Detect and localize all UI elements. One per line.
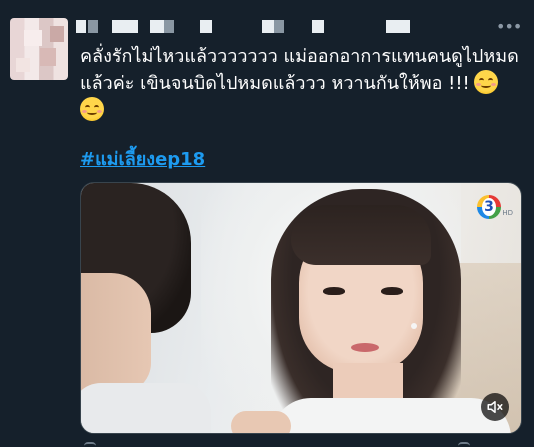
speaker-muted-icon [487, 401, 503, 413]
channel-logo-text: 3 [482, 198, 496, 216]
woman-figure [271, 398, 511, 433]
tweet-text-line [80, 97, 520, 124]
mosaic-block [150, 20, 164, 33]
mosaic-block [200, 20, 212, 33]
mosaic-block [112, 20, 138, 33]
tweet-text-line: แล้วค่ะ เขินจนบิดไปหมดแล้ววว หวานกันให้พ… [80, 70, 520, 97]
mosaic-block [262, 20, 274, 33]
reply-icon[interactable] [84, 442, 96, 446]
smiling-face-emoji-icon [80, 97, 104, 121]
woman-lips [351, 343, 379, 352]
hashtag-link[interactable]: #แม่เลี้ยงep18 [80, 148, 205, 172]
woman-earring [411, 323, 417, 329]
mosaic-block [274, 20, 284, 33]
mosaic-block [76, 20, 86, 33]
mosaic-block [88, 20, 98, 33]
tweet-text-line: คลั่งรักไม่ไหวแล้ววววววว แม่ออกอาการแทนค… [80, 46, 519, 67]
tweet-action-bar [80, 440, 522, 447]
avatar[interactable] [10, 18, 68, 80]
avatar-pixel [40, 48, 56, 66]
more-options-button[interactable]: ••• [496, 18, 522, 36]
woman-eye [323, 287, 345, 295]
tweet[interactable]: ••• คลั่งรักไม่ไหวแล้ววววววว แม่ออกอาการ… [0, 0, 534, 447]
avatar-pixel [50, 26, 64, 42]
blushing-smile-emoji-icon [473, 70, 498, 94]
man-figure [81, 383, 211, 433]
avatar-pixel [24, 30, 42, 46]
woman-figure [291, 205, 431, 265]
channel-3-logo-icon: 3 [477, 195, 501, 219]
mute-toggle-button[interactable] [481, 393, 509, 421]
man-figure [81, 273, 151, 393]
channel-hd-label: HD [502, 209, 513, 217]
woman-figure [231, 411, 291, 433]
avatar-pixel [16, 58, 30, 72]
author-name-censored[interactable] [76, 20, 426, 34]
mosaic-block [386, 20, 410, 33]
share-icon[interactable] [458, 442, 470, 446]
video-media[interactable]: 3 HD [80, 182, 522, 434]
mosaic-block [312, 20, 324, 33]
mosaic-block [164, 20, 174, 33]
tweet-text: คลั่งรักไม่ไหวแล้ววววววว แม่ออกอาการแทนค… [80, 44, 520, 124]
woman-eye [381, 287, 403, 295]
tweet-text-segment: แล้วค่ะ เขินจนบิดไปหมดแล้ววว หวานกันให้พ… [80, 73, 470, 94]
